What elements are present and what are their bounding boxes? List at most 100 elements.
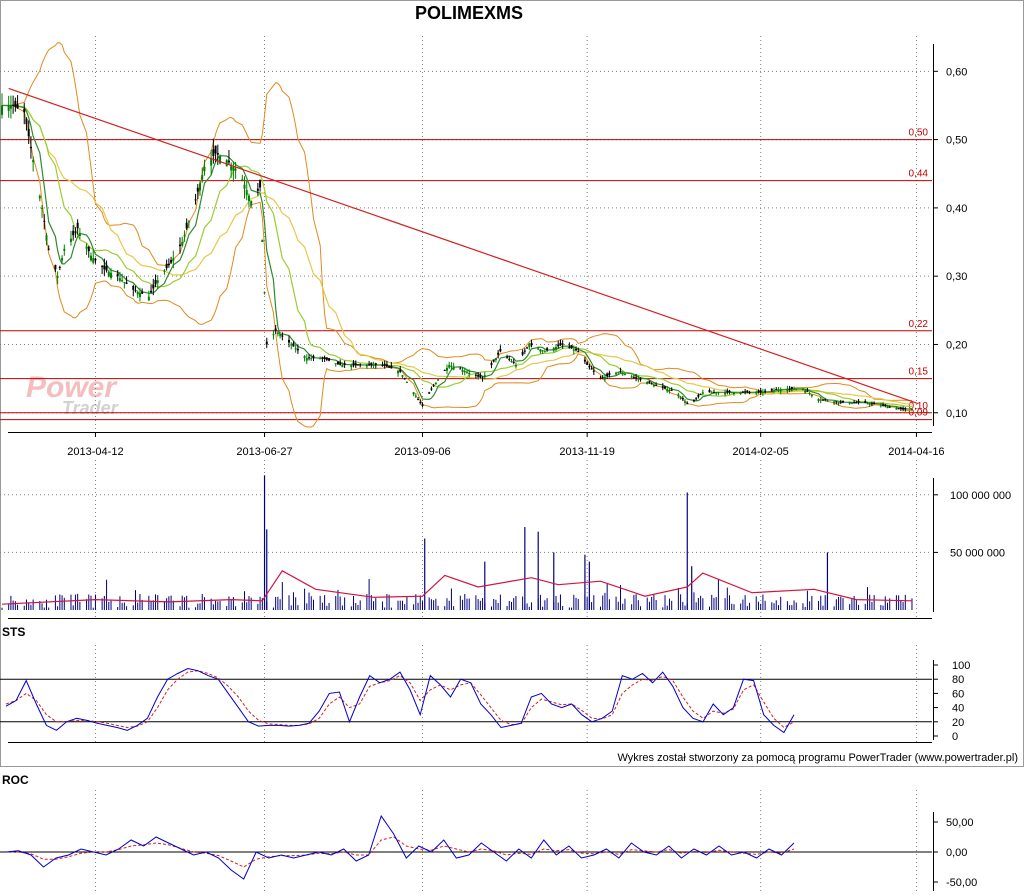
candle-body: [183, 235, 186, 237]
candle-body: [552, 347, 555, 351]
candle-body: [336, 361, 339, 365]
candle-body: [804, 390, 807, 393]
candle-body: [196, 187, 199, 192]
candle-body: [853, 402, 856, 404]
candle-body: [350, 364, 353, 368]
candle-body: [632, 377, 635, 379]
candle-body: [388, 366, 391, 368]
candle-body: [310, 358, 313, 360]
candle-body: [154, 279, 157, 285]
candle-body: [695, 398, 698, 400]
candle-body: [786, 388, 789, 392]
sts-y-tick-label: 20: [952, 717, 964, 729]
candle-body: [835, 401, 838, 403]
candle-body: [652, 384, 655, 387]
candle-body: [25, 118, 28, 125]
candle-body: [590, 368, 593, 370]
candle-body: [866, 403, 869, 405]
candle-body: [586, 362, 589, 365]
candle-body: [156, 280, 159, 283]
candle-body: [199, 183, 202, 191]
candle-body: [150, 290, 153, 293]
candle-body: [216, 152, 219, 155]
candle-body: [383, 363, 386, 366]
sts-y-tick-label: 80: [952, 674, 964, 686]
candle-body: [870, 403, 873, 405]
candle-body: [56, 276, 59, 278]
candle-body: [247, 195, 250, 201]
candle-body: [452, 366, 455, 370]
candle-body: [746, 390, 749, 393]
candle-body: [635, 377, 638, 379]
candle-body: [686, 403, 689, 405]
candle-body: [274, 328, 277, 331]
candle-body: [118, 278, 121, 281]
candle-body: [837, 402, 840, 404]
candle-body: [321, 357, 324, 359]
price-level-label: 0,15: [909, 367, 929, 378]
candle-body: [187, 221, 190, 223]
candle-body: [744, 391, 747, 393]
candle-body: [508, 358, 511, 360]
candle-body: [601, 377, 604, 379]
candle-body: [850, 402, 853, 404]
candle-body: [561, 343, 564, 345]
volume-y-tick-label: 100 000 000: [950, 490, 1011, 502]
candle-body: [539, 349, 542, 352]
candle-body: [817, 399, 820, 401]
candle-body: [699, 393, 702, 395]
candle-body: [497, 352, 500, 355]
sts-main-line: [5, 667, 795, 734]
candle-body: [234, 169, 237, 171]
candle-body: [445, 367, 448, 371]
candle-body: [755, 392, 758, 394]
candle-body: [833, 401, 836, 404]
price-panel: 0,60 0,50 0,40 0,30 0,20 0,10 2013-04-12 2013-0…: [0, 36, 967, 458]
candle-body: [554, 347, 557, 350]
candle-body: [61, 257, 64, 261]
candle-body: [227, 160, 230, 163]
price-y-tick-label: 0,30: [946, 271, 967, 283]
candle-body: [232, 166, 235, 171]
candle-body: [510, 361, 513, 363]
candle-body: [352, 362, 355, 365]
candle-body: [372, 364, 375, 366]
candle-body: [147, 296, 150, 301]
candle-body: [621, 373, 624, 375]
candle-body: [848, 402, 851, 404]
candle-body: [708, 390, 711, 393]
candle-body: [136, 291, 139, 295]
candle-body: [152, 284, 155, 289]
candle-body: [617, 371, 620, 373]
candle-body: [368, 364, 371, 366]
candle-body: [773, 390, 776, 392]
candle-body: [684, 401, 687, 403]
candle-body: [419, 402, 422, 404]
candle-body: [308, 357, 311, 359]
candle-body: [899, 407, 902, 409]
candle-body: [214, 145, 217, 154]
candle-body: [468, 372, 471, 375]
price-level-label: 0,44: [909, 169, 929, 180]
candle-body: [16, 104, 19, 109]
candle-body: [637, 378, 640, 380]
roc-y-tick-label: 0,00: [946, 847, 967, 859]
candle-body: [165, 263, 168, 268]
candle-body: [210, 158, 213, 166]
candle-body: [842, 400, 845, 403]
candle-body: [428, 392, 431, 394]
candle-body: [728, 390, 731, 393]
candle-body: [599, 377, 602, 379]
x-tick-label: 2013-04-12: [67, 446, 123, 458]
candle-body: [646, 382, 649, 385]
candle-body: [356, 364, 359, 366]
candle-body: [434, 382, 437, 385]
candle-body: [305, 358, 308, 361]
candle-body: [655, 384, 658, 386]
candle-body: [759, 390, 762, 393]
sts-panel-label: STS: [2, 625, 25, 639]
candle-body: [203, 166, 206, 172]
candle-body: [58, 266, 61, 268]
candle-body: [701, 392, 704, 394]
candle-body: [107, 271, 110, 277]
